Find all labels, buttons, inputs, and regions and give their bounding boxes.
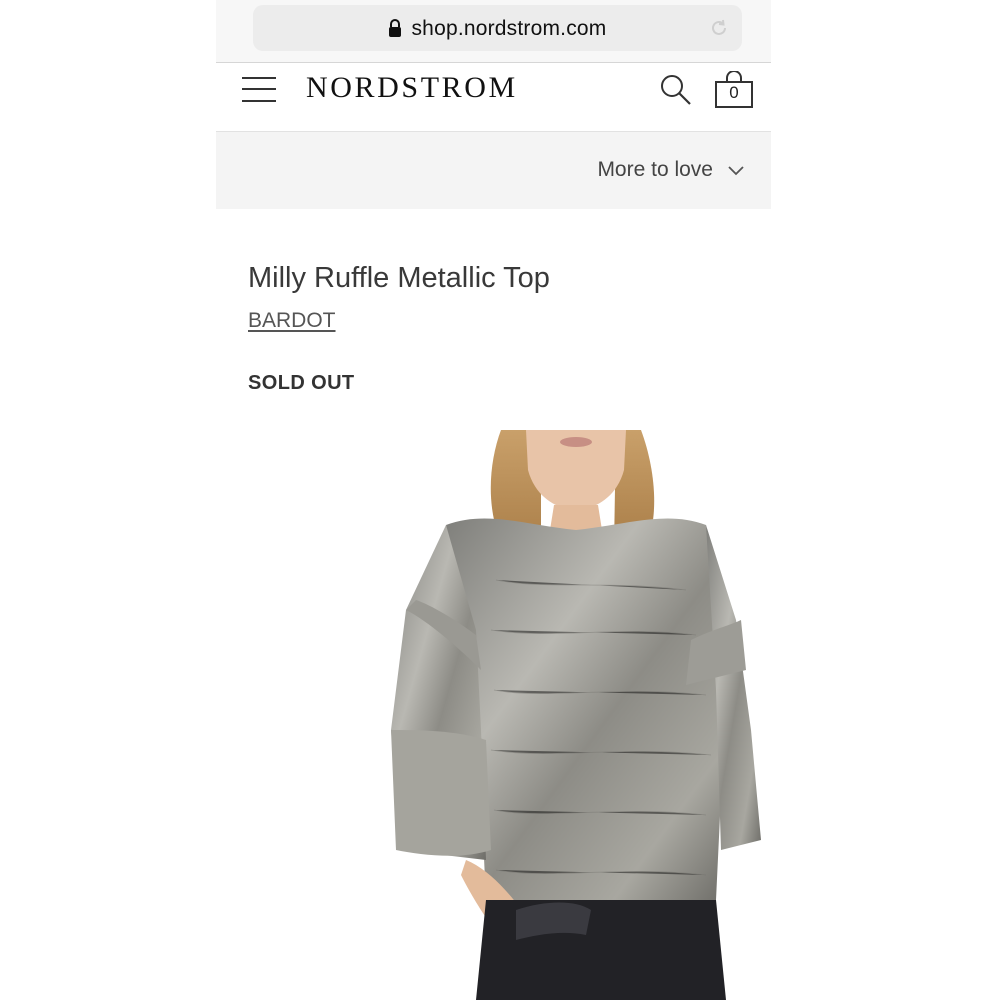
product-image[interactable] (376, 430, 771, 1000)
lock-icon (388, 19, 402, 43)
product-brand-link[interactable]: BARDOT (248, 309, 336, 333)
site-header: NORDSTROM 0 (216, 63, 771, 132)
brand-logo[interactable]: NORDSTROM (306, 71, 518, 105)
mobile-browser-viewport: shop.nordstrom.com NORDSTROM 0 More to l… (216, 0, 771, 1000)
search-icon[interactable] (659, 73, 693, 112)
bag-count: 0 (729, 83, 739, 102)
more-to-love-button[interactable]: More to love (597, 158, 745, 182)
more-to-love-label: More to love (597, 158, 713, 181)
chevron-down-icon (727, 158, 745, 182)
address-bar[interactable]: shop.nordstrom.com (253, 5, 742, 51)
more-to-love-bar: More to love (216, 132, 771, 209)
hamburger-menu-icon[interactable] (242, 75, 276, 105)
url-text: shop.nordstrom.com (411, 17, 607, 40)
shopping-bag-icon[interactable]: 0 (714, 71, 754, 109)
product-title: Milly Ruffle Metallic Top (248, 262, 550, 294)
reload-icon[interactable] (708, 17, 730, 44)
browser-toolbar: shop.nordstrom.com (216, 0, 771, 63)
stock-status: SOLD OUT (248, 372, 355, 394)
url-display[interactable]: shop.nordstrom.com (253, 17, 742, 43)
